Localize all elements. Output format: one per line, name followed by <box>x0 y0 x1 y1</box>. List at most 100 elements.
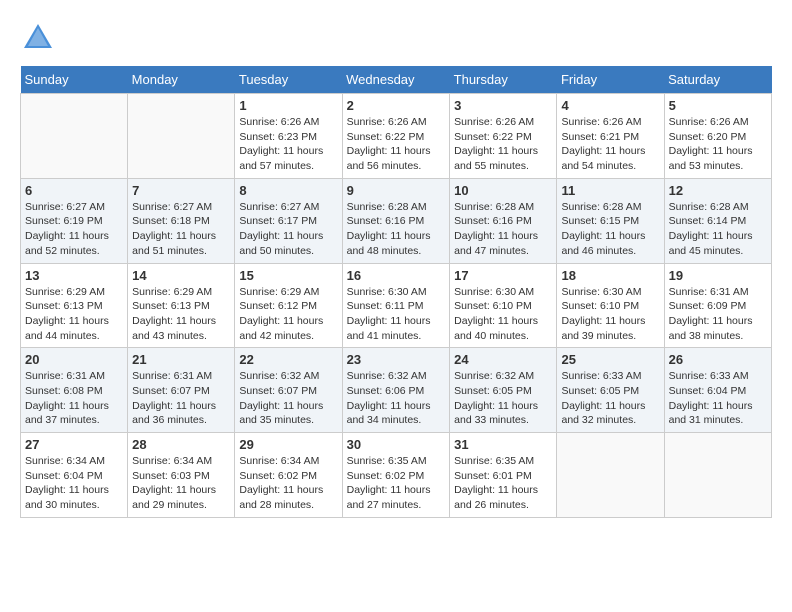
calendar-cell: 18 Sunrise: 6:30 AM Sunset: 6:10 PM Dayli… <box>557 263 664 348</box>
day-number: 17 <box>454 268 552 283</box>
calendar-header-friday: Friday <box>557 66 664 94</box>
day-number: 15 <box>239 268 337 283</box>
day-info: Sunrise: 6:35 AM Sunset: 6:02 PM Dayligh… <box>347 454 446 513</box>
calendar-header-monday: Monday <box>128 66 235 94</box>
calendar-cell: 8 Sunrise: 6:27 AM Sunset: 6:17 PM Daylig… <box>235 178 342 263</box>
day-info: Sunrise: 6:32 AM Sunset: 6:07 PM Dayligh… <box>239 369 337 428</box>
day-number: 2 <box>347 98 446 113</box>
day-info: Sunrise: 6:29 AM Sunset: 6:12 PM Dayligh… <box>239 285 337 344</box>
day-number: 22 <box>239 352 337 367</box>
day-info: Sunrise: 6:30 AM Sunset: 6:10 PM Dayligh… <box>561 285 659 344</box>
calendar-cell: 4 Sunrise: 6:26 AM Sunset: 6:21 PM Daylig… <box>557 94 664 179</box>
calendar-cell: 29Sunrise: 6:34 AM Sunset: 6:02 PM Dayli… <box>235 433 342 518</box>
day-number: 30 <box>347 437 446 452</box>
calendar-cell: 14 Sunrise: 6:29 AM Sunset: 6:13 PM Dayli… <box>128 263 235 348</box>
day-number: 3 <box>454 98 552 113</box>
day-number: 31 <box>454 437 552 452</box>
calendar-header-sunday: Sunday <box>21 66 128 94</box>
calendar-cell: 15 Sunrise: 6:29 AM Sunset: 6:12 PM Dayli… <box>235 263 342 348</box>
calendar-cell <box>128 94 235 179</box>
day-info: Sunrise: 6:31 AM Sunset: 6:07 PM Dayligh… <box>132 369 230 428</box>
day-number: 28 <box>132 437 230 452</box>
day-info: Sunrise: 6:30 AM Sunset: 6:10 PM Dayligh… <box>454 285 552 344</box>
calendar-cell: 11 Sunrise: 6:28 AM Sunset: 6:15 PM Dayli… <box>557 178 664 263</box>
day-info: Sunrise: 6:28 AM Sunset: 6:16 PM Dayligh… <box>454 200 552 259</box>
day-number: 25 <box>561 352 659 367</box>
day-info: Sunrise: 6:30 AM Sunset: 6:11 PM Dayligh… <box>347 285 446 344</box>
day-number: 18 <box>561 268 659 283</box>
calendar-week-row: 20 Sunrise: 6:31 AM Sunset: 6:08 PM Dayli… <box>21 348 772 433</box>
day-number: 4 <box>561 98 659 113</box>
day-info: Sunrise: 6:28 AM Sunset: 6:15 PM Dayligh… <box>561 200 659 259</box>
calendar-week-row: 6 Sunrise: 6:27 AM Sunset: 6:19 PM Daylig… <box>21 178 772 263</box>
day-info: Sunrise: 6:26 AM Sunset: 6:22 PM Dayligh… <box>347 115 446 174</box>
day-info: Sunrise: 6:28 AM Sunset: 6:16 PM Dayligh… <box>347 200 446 259</box>
day-number: 8 <box>239 183 337 198</box>
calendar-cell <box>664 433 771 518</box>
calendar-cell: 17 Sunrise: 6:30 AM Sunset: 6:10 PM Dayli… <box>450 263 557 348</box>
day-number: 11 <box>561 183 659 198</box>
calendar-cell: 25Sunrise: 6:33 AM Sunset: 6:05 PM Dayli… <box>557 348 664 433</box>
day-number: 6 <box>25 183 123 198</box>
day-info: Sunrise: 6:31 AM Sunset: 6:09 PM Dayligh… <box>669 285 767 344</box>
calendar-cell: 9 Sunrise: 6:28 AM Sunset: 6:16 PM Daylig… <box>342 178 450 263</box>
calendar-header-row: SundayMondayTuesdayWednesdayThursdayFrid… <box>21 66 772 94</box>
day-info: Sunrise: 6:35 AM Sunset: 6:01 PM Dayligh… <box>454 454 552 513</box>
day-info: Sunrise: 6:34 AM Sunset: 6:03 PM Dayligh… <box>132 454 230 513</box>
day-number: 10 <box>454 183 552 198</box>
day-info: Sunrise: 6:29 AM Sunset: 6:13 PM Dayligh… <box>25 285 123 344</box>
calendar-cell: 20 Sunrise: 6:31 AM Sunset: 6:08 PM Dayli… <box>21 348 128 433</box>
day-info: Sunrise: 6:27 AM Sunset: 6:17 PM Dayligh… <box>239 200 337 259</box>
calendar-week-row: 1Sunrise: 6:26 AM Sunset: 6:23 PM Daylig… <box>21 94 772 179</box>
calendar-cell: 24 Sunrise: 6:32 AM Sunset: 6:05 PM Dayli… <box>450 348 557 433</box>
day-info: Sunrise: 6:26 AM Sunset: 6:20 PM Dayligh… <box>669 115 767 174</box>
calendar-cell <box>557 433 664 518</box>
day-info: Sunrise: 6:26 AM Sunset: 6:21 PM Dayligh… <box>561 115 659 174</box>
day-info: Sunrise: 6:29 AM Sunset: 6:13 PM Dayligh… <box>132 285 230 344</box>
day-number: 12 <box>669 183 767 198</box>
calendar-cell: 13 Sunrise: 6:29 AM Sunset: 6:13 PM Dayli… <box>21 263 128 348</box>
day-info: Sunrise: 6:32 AM Sunset: 6:05 PM Dayligh… <box>454 369 552 428</box>
day-number: 16 <box>347 268 446 283</box>
calendar-cell: 5Sunrise: 6:26 AM Sunset: 6:20 PM Daylig… <box>664 94 771 179</box>
day-number: 29 <box>239 437 337 452</box>
day-number: 1 <box>239 98 337 113</box>
day-info: Sunrise: 6:31 AM Sunset: 6:08 PM Dayligh… <box>25 369 123 428</box>
calendar-cell: 31 Sunrise: 6:35 AM Sunset: 6:01 PM Dayli… <box>450 433 557 518</box>
day-info: Sunrise: 6:27 AM Sunset: 6:19 PM Dayligh… <box>25 200 123 259</box>
calendar-cell: 6 Sunrise: 6:27 AM Sunset: 6:19 PM Daylig… <box>21 178 128 263</box>
day-number: 21 <box>132 352 230 367</box>
day-number: 9 <box>347 183 446 198</box>
calendar-cell: 16 Sunrise: 6:30 AM Sunset: 6:11 PM Dayli… <box>342 263 450 348</box>
calendar-cell: 3Sunrise: 6:26 AM Sunset: 6:22 PM Daylig… <box>450 94 557 179</box>
day-number: 20 <box>25 352 123 367</box>
calendar-table: SundayMondayTuesdayWednesdayThursdayFrid… <box>20 66 772 518</box>
day-number: 7 <box>132 183 230 198</box>
calendar-cell: 19 Sunrise: 6:31 AM Sunset: 6:09 PM Dayli… <box>664 263 771 348</box>
calendar-cell: 30 Sunrise: 6:35 AM Sunset: 6:02 PM Dayli… <box>342 433 450 518</box>
calendar-cell: 10 Sunrise: 6:28 AM Sunset: 6:16 PM Dayli… <box>450 178 557 263</box>
calendar-cell <box>21 94 128 179</box>
calendar-cell: 21 Sunrise: 6:31 AM Sunset: 6:07 PM Dayli… <box>128 348 235 433</box>
calendar-cell: 7Sunrise: 6:27 AM Sunset: 6:18 PM Daylig… <box>128 178 235 263</box>
calendar-cell: 1Sunrise: 6:26 AM Sunset: 6:23 PM Daylig… <box>235 94 342 179</box>
day-info: Sunrise: 6:33 AM Sunset: 6:04 PM Dayligh… <box>669 369 767 428</box>
calendar-week-row: 13 Sunrise: 6:29 AM Sunset: 6:13 PM Dayli… <box>21 263 772 348</box>
calendar-cell: 22 Sunrise: 6:32 AM Sunset: 6:07 PM Dayli… <box>235 348 342 433</box>
day-info: Sunrise: 6:32 AM Sunset: 6:06 PM Dayligh… <box>347 369 446 428</box>
day-number: 19 <box>669 268 767 283</box>
page-header <box>20 20 772 56</box>
calendar-header-thursday: Thursday <box>450 66 557 94</box>
calendar-header-wednesday: Wednesday <box>342 66 450 94</box>
calendar-cell: 23 Sunrise: 6:32 AM Sunset: 6:06 PM Dayli… <box>342 348 450 433</box>
day-number: 24 <box>454 352 552 367</box>
day-number: 14 <box>132 268 230 283</box>
calendar-cell: 12Sunrise: 6:28 AM Sunset: 6:14 PM Dayli… <box>664 178 771 263</box>
day-number: 13 <box>25 268 123 283</box>
calendar-cell: 28 Sunrise: 6:34 AM Sunset: 6:03 PM Dayli… <box>128 433 235 518</box>
day-number: 23 <box>347 352 446 367</box>
calendar-week-row: 27Sunrise: 6:34 AM Sunset: 6:04 PM Dayli… <box>21 433 772 518</box>
day-info: Sunrise: 6:34 AM Sunset: 6:04 PM Dayligh… <box>25 454 123 513</box>
logo <box>20 20 62 56</box>
calendar-cell: 2 Sunrise: 6:26 AM Sunset: 6:22 PM Daylig… <box>342 94 450 179</box>
